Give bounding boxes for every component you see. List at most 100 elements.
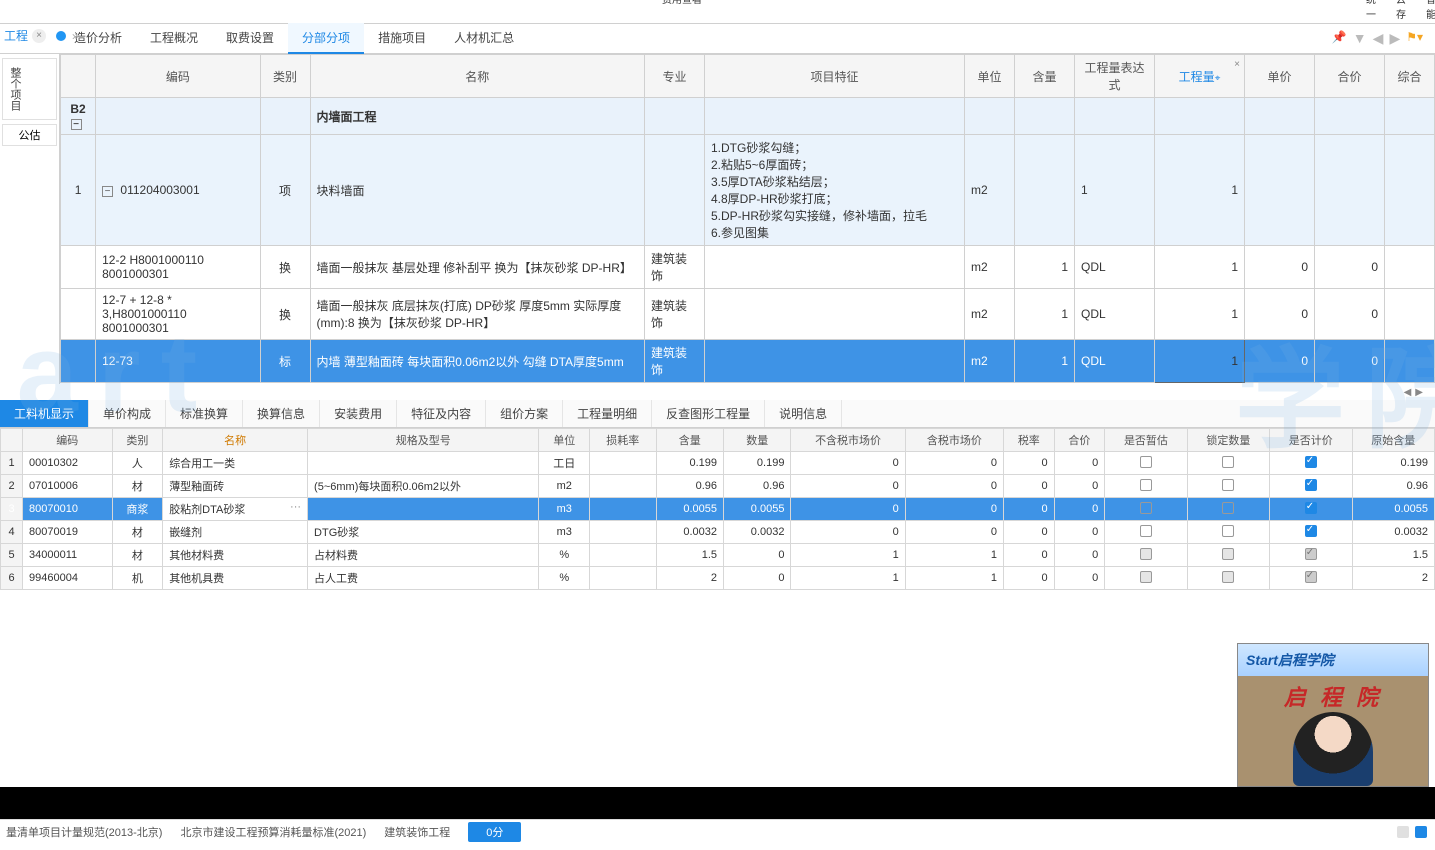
checkbox-icon[interactable] [1305, 525, 1317, 537]
collapse-icon[interactable]: − [71, 119, 82, 130]
detail-tab-反查图形工程量[interactable]: 反查图形工程量 [652, 400, 765, 427]
score-chip[interactable]: 0分 [468, 822, 521, 842]
close-col-icon[interactable]: × [1234, 59, 1240, 70]
checkbox-icon[interactable] [1305, 456, 1317, 468]
detail-row[interactable]: 100010302人综合用工一类工日0.1990.19900000.199 [1, 452, 1435, 475]
detail-tab-标准换算[interactable]: 标准换算 [166, 400, 243, 427]
main-col-工程量[interactable]: 工程量⌖× [1155, 55, 1245, 98]
main-row[interactable]: 12-73标内墙 薄型釉面砖 每块面积0.06m2以外 勾缝 DTA厚度5mm建… [61, 340, 1435, 383]
detail-row[interactable]: 207010006材薄型釉面砖(5~6mm)每块面积0.06m2以外m20.96… [1, 475, 1435, 498]
detail-tab-换算信息[interactable]: 换算信息 [243, 400, 320, 427]
main-col-名称[interactable]: 名称 [310, 55, 644, 98]
detail-row[interactable]: 534000011材其他材料费占材料费%1.5011001.5 [1, 544, 1435, 567]
checkbox-icon[interactable] [1222, 525, 1234, 537]
detail-col-rownum[interactable] [1, 429, 23, 452]
detail-col-损耗率[interactable]: 损耗率 [590, 429, 657, 452]
toolbar-云存档[interactable]: 云存档 [1390, 0, 1418, 24]
detail-col-是否暂估[interactable]: 是否暂估 [1105, 429, 1187, 452]
detail-col-规格及型号[interactable]: 规格及型号 [308, 429, 539, 452]
detail-col-含量[interactable]: 含量 [656, 429, 723, 452]
down-icon[interactable]: ▼ [1353, 30, 1367, 47]
main-row[interactable]: 12-7 + 12-8 * 3,H8001000110 8001000301换墙… [61, 289, 1435, 340]
detail-col-不含税市场价[interactable]: 不含税市场价 [791, 429, 905, 452]
scroll-left-icon[interactable]: ◀ [1402, 387, 1414, 398]
main-grid[interactable]: 编码类别名称专业项目特征单位含量工程量表达式工程量⌖×单价合价综合 B2 −内墙… [60, 54, 1435, 383]
detail-row[interactable]: 699460004机其他机具费占人工费%2011002 [1, 567, 1435, 590]
checkbox-icon[interactable] [1305, 479, 1317, 491]
main-col-项目特征[interactable]: 项目特征 [704, 55, 964, 98]
pin-icon[interactable]: 📌 [1332, 30, 1347, 47]
tab-工程概况[interactable]: 工程概况 [136, 23, 212, 54]
chevron-right-icon[interactable]: » [72, 29, 79, 43]
main-col-综合[interactable]: 综合 [1385, 55, 1435, 98]
tab-措施项目[interactable]: 措施项目 [364, 23, 440, 54]
scroll-right-icon[interactable]: ▶ [1413, 387, 1425, 398]
tab-分部分项[interactable]: 分部分项 [288, 23, 364, 54]
detail-col-是否计价[interactable]: 是否计价 [1270, 429, 1352, 452]
main-col-单价[interactable]: 单价 [1245, 55, 1315, 98]
detail-tab-组价方案[interactable]: 组价方案 [486, 400, 563, 427]
checkbox-icon[interactable] [1140, 479, 1152, 491]
detail-col-原始含量[interactable]: 原始含量 [1352, 429, 1435, 452]
detail-col-含税市场价[interactable]: 含税市场价 [905, 429, 1003, 452]
main-col-合价[interactable]: 合价 [1315, 55, 1385, 98]
main-col-rownum[interactable] [61, 55, 96, 98]
detail-tab-特征及内容[interactable]: 特征及内容 [397, 400, 486, 427]
detail-col-单位[interactable]: 单位 [539, 429, 590, 452]
main-col-含量[interactable]: 含量 [1015, 55, 1075, 98]
checkbox-icon[interactable] [1140, 456, 1152, 468]
toolbar-统一调价[interactable]: 统一调价 [1360, 0, 1388, 24]
side-item[interactable]: 公估 [2, 124, 57, 146]
detail-row[interactable]: 380070010商浆胶粘剂DTA砂浆 ···m30.00550.0055000… [1, 498, 1435, 521]
right-icon[interactable]: ▶ [1389, 30, 1400, 47]
checkbox-disabled-icon [1305, 548, 1317, 560]
detail-tab-单价构成[interactable]: 单价构成 [89, 400, 166, 427]
detail-col-名称[interactable]: 名称 [163, 429, 308, 452]
detail-col-编码[interactable]: 编码 [23, 429, 113, 452]
qty-edit-cell[interactable]: 1 [1155, 340, 1245, 383]
checkbox-icon[interactable] [1222, 502, 1234, 514]
view-mode-1[interactable] [1397, 826, 1409, 838]
tab-取费设置[interactable]: 取费设置 [212, 23, 288, 54]
detail-col-类别[interactable]: 类别 [112, 429, 163, 452]
close-icon[interactable]: × [32, 29, 46, 43]
toolbar-label: 统一调价 [1366, 0, 1382, 24]
detail-tab-安装费用[interactable]: 安装费用 [320, 400, 397, 427]
main-col-类别[interactable]: 类别 [260, 55, 310, 98]
detail-tab-说明信息[interactable]: 说明信息 [765, 400, 842, 427]
toolbar-费用查看[interactable]: 费用查看 [6, 0, 1358, 24]
left-icon[interactable]: ◀ [1373, 30, 1384, 47]
collapse-icon[interactable]: − [102, 186, 113, 197]
h-scrollbar[interactable]: ◀ ▶ [0, 384, 1435, 400]
detail-grid[interactable]: 编码类别名称规格及型号单位损耗率含量数量不含税市场价含税市场价税率合价是否暂估锁… [0, 428, 1435, 590]
video-title: 启 程 院 [1284, 680, 1382, 712]
flag-icon[interactable]: ⚑▾ [1406, 30, 1423, 47]
status-item: 量清单项目计量规范(2013-北京) [6, 824, 162, 840]
video-timeline[interactable] [0, 787, 1435, 819]
checkbox-icon[interactable] [1222, 456, 1234, 468]
video-banner: Start启程学院 [1238, 644, 1428, 676]
main-row[interactable]: 12-2 H8001000110 8001000301换墙面一般抹灰 基层处理 … [61, 246, 1435, 289]
detail-tab-工程量明细[interactable]: 工程量明细 [563, 400, 652, 427]
section-code[interactable]: B2 − [61, 98, 96, 135]
tab-人材机汇总[interactable]: 人材机汇总 [440, 23, 528, 54]
vertical-project-label[interactable]: 整个项目 [2, 58, 57, 120]
checkbox-disabled-icon [1222, 571, 1234, 583]
checkbox-icon[interactable] [1222, 479, 1234, 491]
detail-row[interactable]: 480070019材嵌缝剂DTG砂浆m30.00320.003200000.00… [1, 521, 1435, 544]
detail-col-数量[interactable]: 数量 [724, 429, 791, 452]
view-mode-2[interactable] [1415, 826, 1427, 838]
checkbox-icon[interactable] [1140, 502, 1152, 514]
main-col-单位[interactable]: 单位 [965, 55, 1015, 98]
toolbar-智能组价[interactable]: 智能组价 [1420, 0, 1435, 24]
checkbox-icon[interactable] [1305, 502, 1317, 514]
checkbox-icon[interactable] [1140, 525, 1152, 537]
detail-tab-工料机显示[interactable]: 工料机显示 [0, 400, 89, 427]
detail-col-税率[interactable]: 税率 [1004, 429, 1055, 452]
main-row[interactable]: 1− 011204003001项块料墙面1.DTG砂浆勾缝；2.粘贴5~6厚面砖… [61, 135, 1435, 246]
detail-col-合价[interactable]: 合价 [1054, 429, 1105, 452]
main-col-编码[interactable]: 编码 [96, 55, 260, 98]
main-col-工程量表达式[interactable]: 工程量表达式 [1075, 55, 1155, 98]
main-col-专业[interactable]: 专业 [644, 55, 704, 98]
detail-col-锁定数量[interactable]: 锁定数量 [1187, 429, 1269, 452]
